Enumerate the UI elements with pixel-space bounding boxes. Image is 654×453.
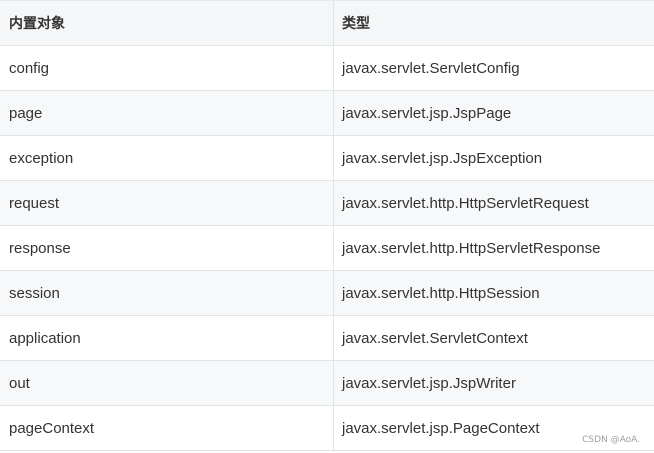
table-row: out javax.servlet.jsp.JspWriter: [0, 361, 654, 406]
object-name-cell: exception: [0, 136, 334, 180]
builtin-objects-table: 内置对象 类型 config javax.servlet.ServletConf…: [0, 0, 654, 451]
table-row: pageContext javax.servlet.jsp.PageContex…: [0, 406, 654, 451]
object-name-cell: page: [0, 91, 334, 135]
object-type-cell: javax.servlet.jsp.JspException: [342, 149, 543, 167]
table-header-row: 内置对象 类型: [0, 1, 654, 46]
table-row: response javax.servlet.http.HttpServletR…: [0, 226, 654, 271]
table-row: page javax.servlet.jsp.JspPage: [0, 91, 654, 136]
object-type-cell: javax.servlet.ServletContext: [342, 329, 528, 347]
object-type-cell: javax.servlet.jsp.JspWriter: [342, 374, 516, 392]
object-name-cell: response: [0, 226, 334, 270]
object-name-cell: request: [0, 181, 334, 225]
table-row: exception javax.servlet.jsp.JspException: [0, 136, 654, 181]
table-row: session javax.servlet.http.HttpSession: [0, 271, 654, 316]
object-type-cell: javax.servlet.http.HttpServletResponse: [342, 239, 601, 257]
object-name-cell: session: [0, 271, 334, 315]
column-header-object: 内置对象: [0, 1, 334, 45]
column-header-type: 类型: [342, 15, 370, 31]
object-name-cell: out: [0, 361, 334, 405]
object-name-cell: pageContext: [0, 406, 334, 450]
table-row: request javax.servlet.http.HttpServletRe…: [0, 181, 654, 226]
table-row: config javax.servlet.ServletConfig: [0, 46, 654, 91]
object-name-cell: config: [0, 46, 334, 90]
object-name-cell: application: [0, 316, 334, 360]
object-type-cell: javax.servlet.ServletConfig: [342, 59, 520, 77]
table-row: application javax.servlet.ServletContext: [0, 316, 654, 361]
object-type-cell: javax.servlet.jsp.JspPage: [342, 104, 512, 122]
csdn-watermark: CSDN @AoA.: [582, 435, 640, 445]
object-type-cell: javax.servlet.http.HttpServletRequest: [342, 194, 589, 212]
object-type-cell: javax.servlet.http.HttpSession: [342, 284, 540, 302]
